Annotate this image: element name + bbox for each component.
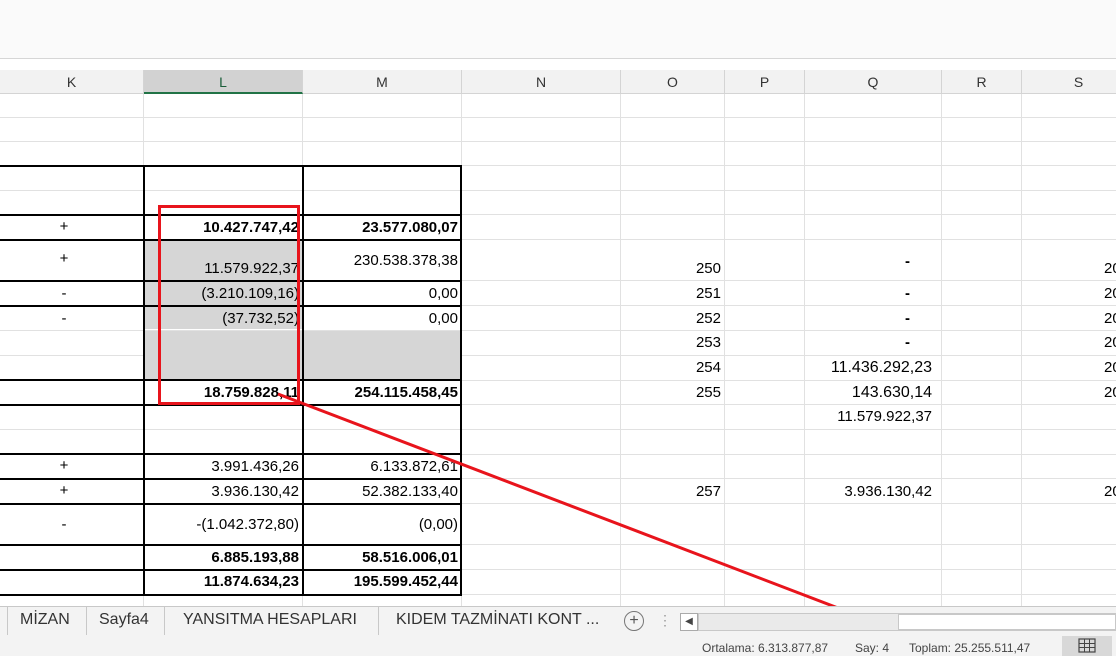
status-count: Say: 4 bbox=[855, 641, 890, 655]
status-average: Ortalama: 6.313.877,87 bbox=[702, 641, 829, 655]
scrollbar-thumb[interactable] bbox=[898, 614, 1116, 630]
drag-handle-icon[interactable]: ⋮ bbox=[658, 612, 672, 629]
sheet-tab-mizan[interactable]: MİZAN bbox=[8, 607, 87, 635]
grid-view-icon bbox=[1078, 638, 1096, 653]
sheet-tab-bar: MİZAN Sayfa4 YANSITMA HESAPLARI KIDEM TA… bbox=[0, 606, 1116, 637]
sheet-tab-kidem[interactable]: KIDEM TAZMİNATI KONT ... bbox=[379, 607, 617, 635]
sheet-tab-yansitma[interactable]: YANSITMA HESAPLARI bbox=[165, 607, 379, 635]
normal-view-button[interactable] bbox=[1062, 636, 1112, 656]
red-arrow bbox=[277, 392, 956, 653]
status-sum: Toplam: 25.255.511,47 bbox=[909, 641, 1031, 655]
scroll-left-icon[interactable]: ◀ bbox=[680, 613, 698, 631]
add-sheet-icon[interactable]: + bbox=[624, 611, 644, 631]
status-bar: Ortalama: 6.313.877,87 Say: 4 Toplam: 25… bbox=[0, 636, 1116, 656]
sheet-tab-sayfa4[interactable]: Sayfa4 bbox=[87, 607, 165, 635]
